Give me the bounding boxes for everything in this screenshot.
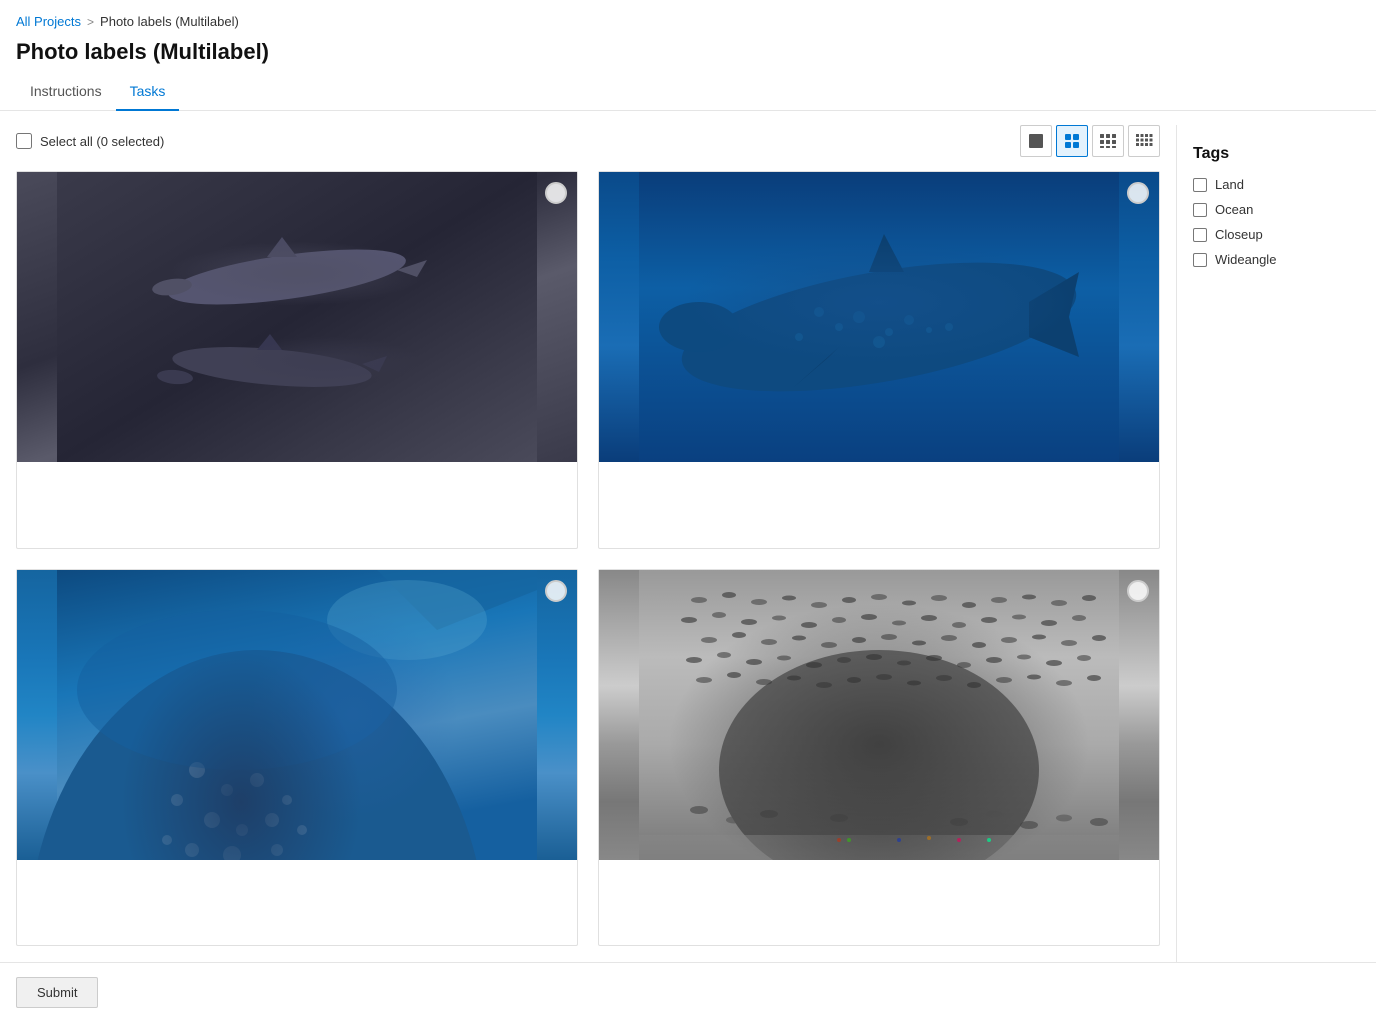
image-card [598,171,1160,549]
fish-school-svg [599,570,1159,860]
tag-wideangle[interactable]: Wideangle [1193,252,1360,267]
tag-ocean-label: Ocean [1215,202,1253,217]
shark-blue-svg [599,172,1159,462]
tab-tasks[interactable]: Tasks [116,75,180,111]
breadcrumb-all-projects[interactable]: All Projects [16,14,81,29]
image-dolphins [17,172,577,462]
tag-closeup-checkbox[interactable] [1193,228,1207,242]
view-3col-button[interactable] [1092,125,1124,157]
breadcrumb-separator: > [87,15,94,29]
card-radio-2[interactable] [1127,182,1149,204]
tag-land-label: Land [1215,177,1244,192]
tag-closeup[interactable]: Closeup [1193,227,1360,242]
submit-button[interactable]: Submit [16,977,98,1008]
image-card-inner [17,570,577,860]
view-4col-icon [1135,132,1153,150]
footer: Submit [0,962,1376,1022]
image-card-inner [17,172,577,462]
image-shark-blue [599,172,1159,462]
tag-land-checkbox[interactable] [1193,178,1207,192]
view-buttons [1020,125,1160,157]
image-card [16,569,578,947]
image-whaleshark-close [17,570,577,860]
whaleshark-close-svg [17,570,577,860]
tabs: Instructions Tasks [0,75,1376,111]
toolbar: Select all (0 selected) [16,125,1160,157]
select-all-text: Select all (0 selected) [40,134,164,149]
dolphins-svg [17,172,577,462]
view-2col-button[interactable] [1056,125,1088,157]
select-all-checkbox[interactable] [16,133,32,149]
tag-ocean[interactable]: Ocean [1193,202,1360,217]
tag-land[interactable]: Land [1193,177,1360,192]
card-radio-1[interactable] [545,182,567,204]
image-card-inner [599,570,1159,860]
main-layout: Select all (0 selected) [0,125,1376,962]
image-fish-school [599,570,1159,860]
view-3col-icon [1099,132,1117,150]
tab-instructions[interactable]: Instructions [16,75,116,111]
view-large-button[interactable] [1020,125,1052,157]
breadcrumb: All Projects > Photo labels (Multilabel) [0,0,1376,35]
card-radio-3[interactable] [545,580,567,602]
image-card [16,171,578,549]
tag-closeup-label: Closeup [1215,227,1263,242]
image-card [598,569,1160,947]
view-4col-button[interactable] [1128,125,1160,157]
tag-ocean-checkbox[interactable] [1193,203,1207,217]
view-large-icon [1027,132,1045,150]
images-grid [16,171,1160,946]
content-area: Select all (0 selected) [0,125,1176,962]
breadcrumb-current: Photo labels (Multilabel) [100,14,239,29]
select-all-label[interactable]: Select all (0 selected) [16,133,164,149]
tag-wideangle-checkbox[interactable] [1193,253,1207,267]
image-card-inner [599,172,1159,462]
tag-wideangle-label: Wideangle [1215,252,1276,267]
sidebar: Tags Land Ocean Closeup Wideangle [1176,125,1376,962]
card-radio-4[interactable] [1127,580,1149,602]
page-title: Photo labels (Multilabel) [0,35,1376,75]
view-2col-icon [1063,132,1081,150]
sidebar-title: Tags [1193,145,1360,163]
page-container: All Projects > Photo labels (Multilabel)… [0,0,1376,1022]
